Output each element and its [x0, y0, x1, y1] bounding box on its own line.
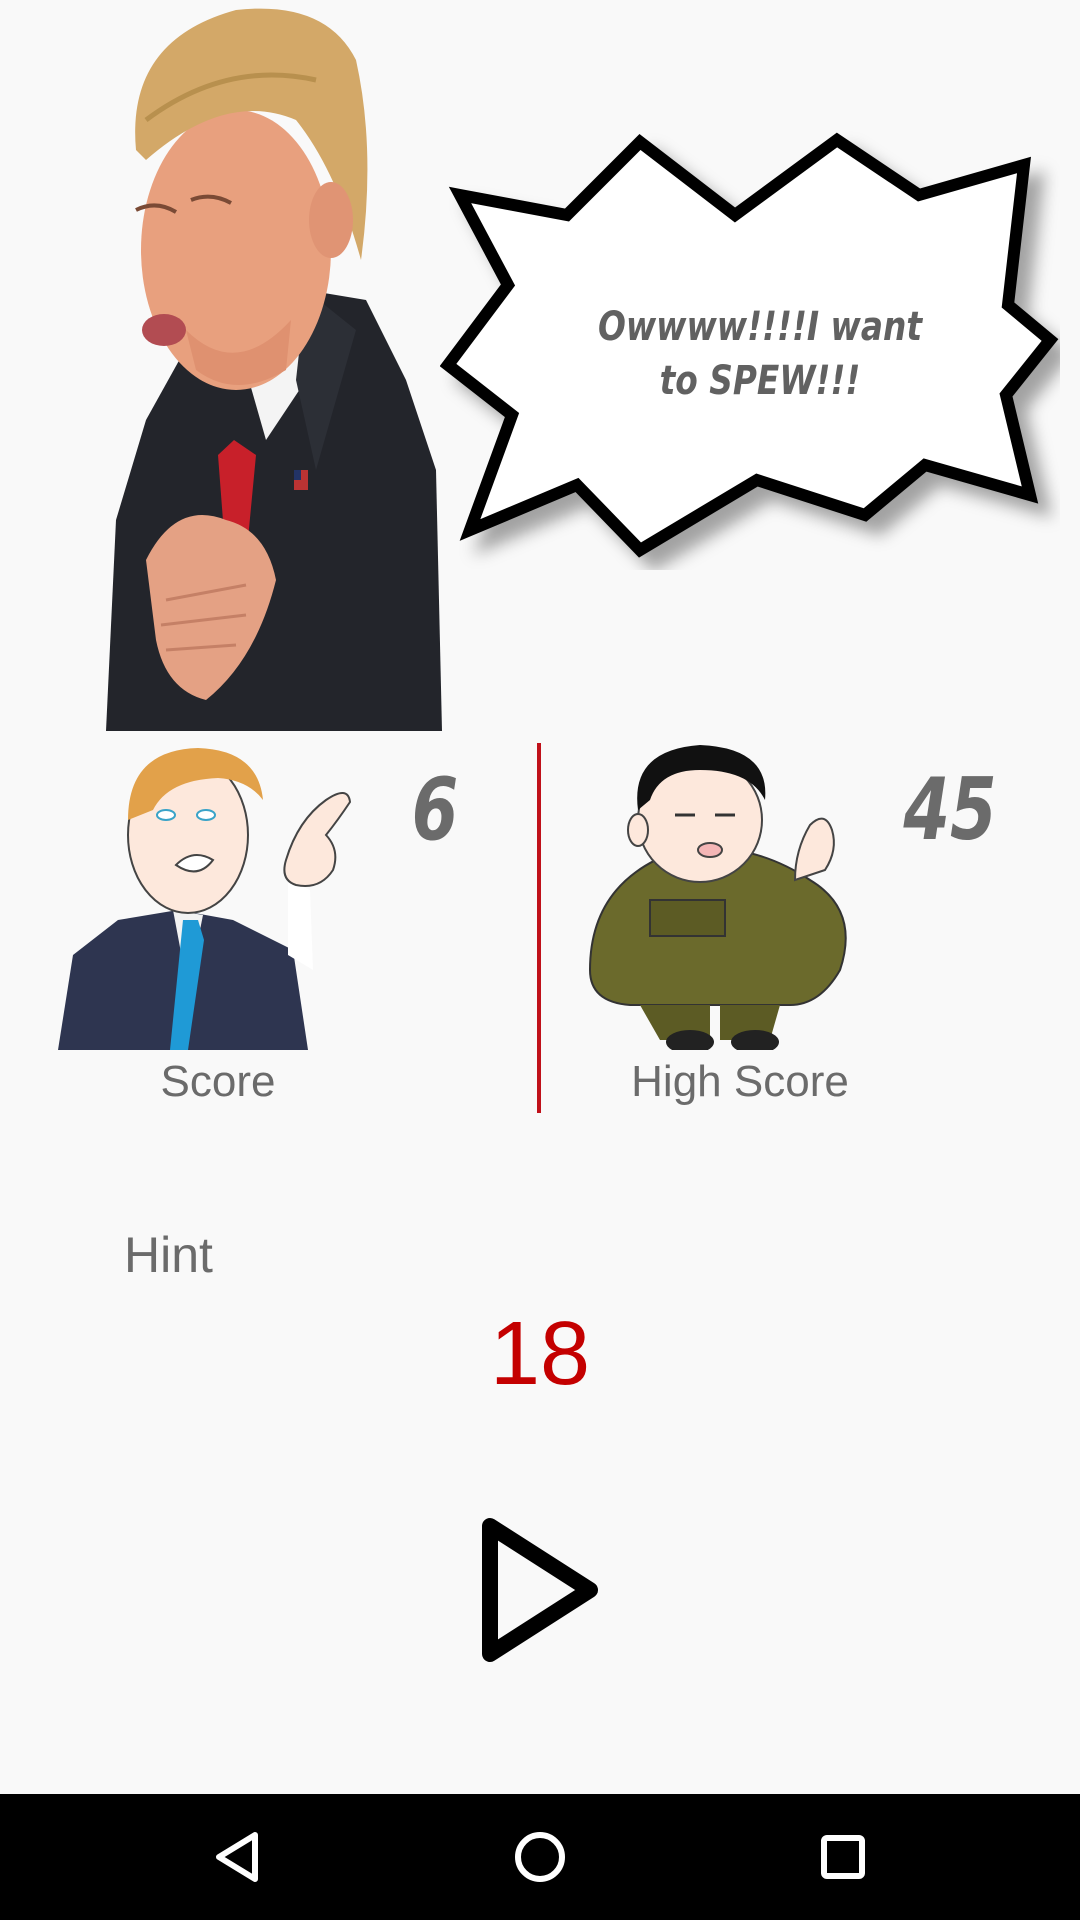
play-button[interactable]	[472, 1512, 608, 1668]
high-score-value: 45	[903, 760, 997, 860]
score-avatar	[58, 748, 352, 1050]
hint-label: Hint	[124, 1227, 213, 1283]
speech-bubble-text: Owwww!!!!I want to SPEW!!!	[597, 304, 923, 404]
home-icon	[515, 1832, 565, 1882]
nav-home-button[interactable]	[460, 1794, 620, 1920]
high-score-avatar	[588, 745, 847, 1050]
recents-icon	[821, 1835, 865, 1879]
score-value: 6	[411, 760, 459, 860]
character-photo	[106, 8, 442, 731]
play-icon	[482, 1518, 598, 1662]
system-nav-bar	[0, 1794, 1080, 1920]
hint-value: 18	[489, 1304, 591, 1404]
nav-recents-button[interactable]	[763, 1794, 923, 1920]
nav-back-button[interactable]	[157, 1794, 317, 1920]
game-screen: Owwww!!!!I want to SPEW!!! 6 Score 45 Hi…	[0, 0, 1080, 1920]
score-label: Score	[160, 1057, 276, 1106]
high-score-label: High Score	[631, 1057, 849, 1106]
score-divider	[537, 743, 541, 1113]
back-icon	[216, 1832, 258, 1882]
